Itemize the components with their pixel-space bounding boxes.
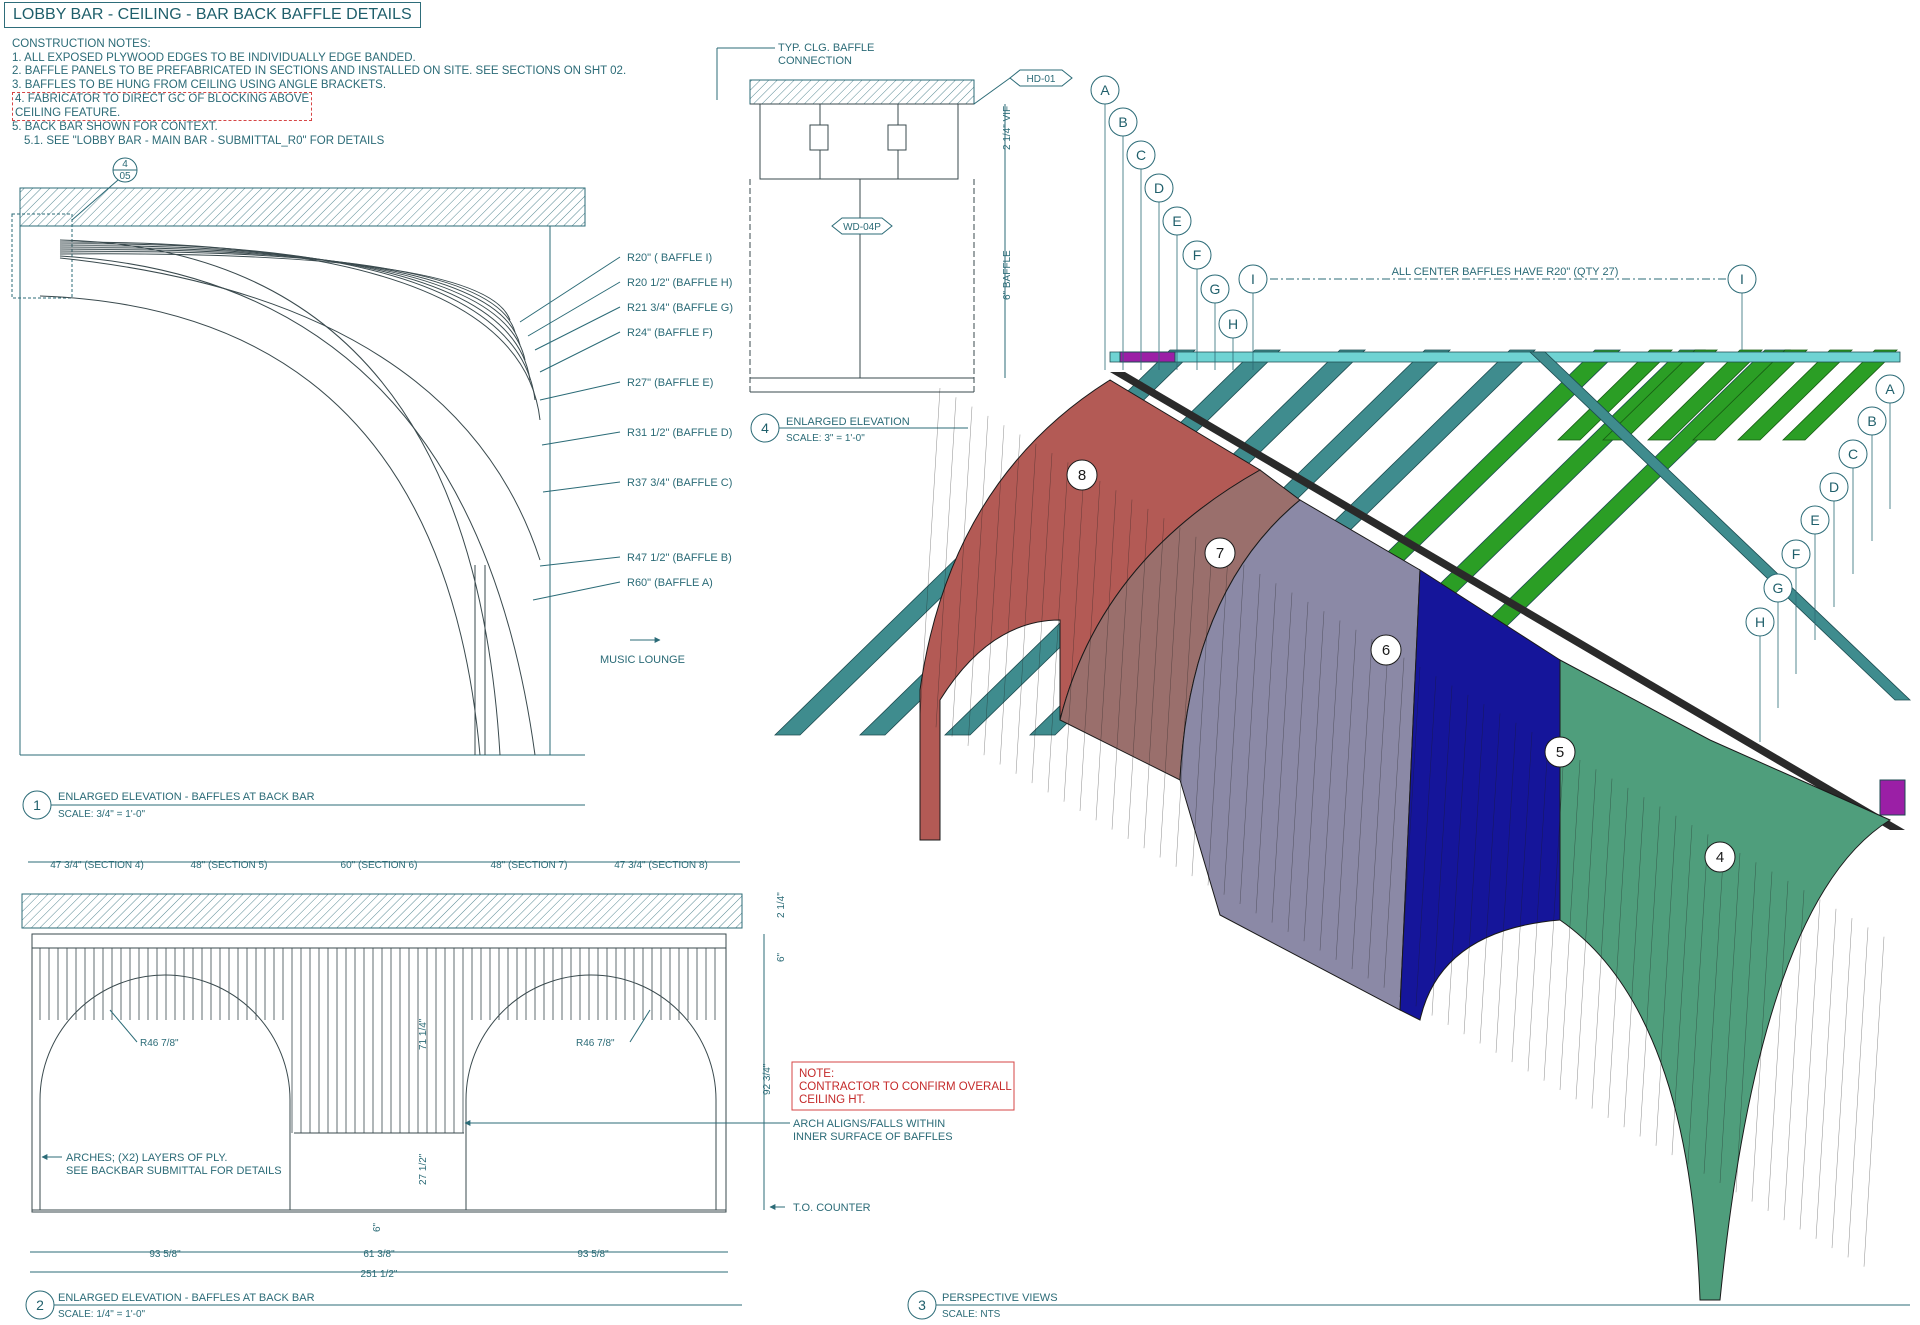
note-line-1: CONTRACTOR TO CONFIRM OVERALL xyxy=(799,1081,1012,1093)
detail-1-radius-labels: R20" ( BAFFLE I) R20 1/2" (BAFFLE H) R21… xyxy=(600,252,733,666)
baffle-letter: D xyxy=(1829,479,1839,495)
baffle-letter: F xyxy=(1193,247,1202,263)
detail-1-title: ENLARGED ELEVATION - BAFFLES AT BACK BAR xyxy=(58,791,315,803)
detail-3-baffle-sections: 8 7 6 5 4 xyxy=(919,379,1892,1301)
radius-label-f: R24" (BAFFLE F) xyxy=(627,327,713,339)
detail-2-caption: 2 ENLARGED ELEVATION - BAFFLES AT BACK B… xyxy=(25,1290,742,1320)
total-dim: 251 1/2" xyxy=(361,1269,398,1280)
baffle-letter: H xyxy=(1228,316,1238,332)
baffle-section-5 xyxy=(1399,569,1561,1021)
detail-1-elevation xyxy=(11,187,586,756)
note-line-2: CEILING HT. xyxy=(799,1094,865,1106)
baffle-letter: D xyxy=(1154,180,1164,196)
counter-label: T.O. COUNTER xyxy=(793,1202,871,1214)
baffle-letter: I xyxy=(1251,271,1255,287)
radius-label-a: R60" (BAFFLE A) xyxy=(627,577,713,589)
section-5-dim: 48" (SECTION 5) xyxy=(191,860,268,871)
arches-note-1: ARCHES; (X2) LAYERS OF PLY. xyxy=(66,1152,227,1164)
radius-right: R46 7/8" xyxy=(576,1038,615,1049)
detail-1-radius-leaders xyxy=(519,256,621,601)
detail-2-number: 2 xyxy=(36,1297,44,1313)
baffle-letter: I xyxy=(1740,271,1744,287)
music-lounge-label: MUSIC LOUNGE xyxy=(600,654,685,666)
baffle-letter: G xyxy=(1773,580,1784,596)
detail-3-scale: SCALE: NTS xyxy=(942,1309,1001,1320)
purple-member-end xyxy=(1879,779,1906,816)
baffle-letter: G xyxy=(1210,281,1221,297)
detail-4-number: 4 xyxy=(761,420,769,436)
wd-tag: WD-04P xyxy=(843,222,881,233)
baffle-letter: F xyxy=(1792,546,1801,562)
note-title: NOTE: xyxy=(799,1068,834,1080)
baffle-letter: C xyxy=(1136,147,1146,163)
radius-left: R46 7/8" xyxy=(140,1038,179,1049)
purple-member xyxy=(1119,351,1176,363)
detail-1-caption: 1 ENLARGED ELEVATION - BAFFLES AT BACK B… xyxy=(22,790,585,820)
section-8-dim: 47 3/4" (SECTION 8) xyxy=(614,860,708,871)
baffle-rib xyxy=(1799,899,1821,1230)
baffle-rib xyxy=(1863,936,1885,1267)
dim-27: 27 1/2" xyxy=(418,1153,429,1185)
section-number: 8 xyxy=(1078,467,1086,484)
ref-top: 4 xyxy=(122,159,128,170)
detail-1-number: 1 xyxy=(33,797,41,813)
dim-vif: 2 1/4" VIF xyxy=(1002,106,1013,150)
detail-4-title: ENLARGED ELEVATION xyxy=(786,416,910,428)
detail-2-notes: NOTE: CONTRACTOR TO CONFIRM OVERALL CEIL… xyxy=(41,1061,1015,1214)
section-7-dim: 48" (SECTION 7) xyxy=(491,860,568,871)
detail-4-scale: SCALE: 3" = 1'-0" xyxy=(786,433,865,444)
baffle-letter: C xyxy=(1848,446,1858,462)
radius-label-e: R27" (BAFFLE E) xyxy=(627,377,713,389)
dim-2-1-4: 2 1/4" xyxy=(776,892,787,918)
radius-label-c: R37 3/4" (BAFFLE C) xyxy=(627,477,732,489)
baffle-letter: H xyxy=(1755,614,1765,630)
radius-label-d: R31 1/2" (BAFFLE D) xyxy=(627,427,732,439)
bottom-dim-left: 93 5/8" xyxy=(149,1249,181,1260)
ref-bottom: 05 xyxy=(119,171,131,182)
section-number: 4 xyxy=(1716,849,1724,866)
baffle-letter: B xyxy=(1118,114,1127,130)
baffle-rib xyxy=(1815,908,1837,1239)
detail-2-title: ENLARGED ELEVATION - BAFFLES AT BACK BAR xyxy=(58,1292,315,1304)
section-number: 6 xyxy=(1382,642,1390,659)
baffle-rib xyxy=(1831,918,1853,1249)
radius-label-h: R20 1/2" (BAFFLE H) xyxy=(627,277,732,289)
radius-label-b: R47 1/2" (BAFFLE B) xyxy=(627,552,732,564)
baffle-rib xyxy=(1847,927,1869,1258)
arch-note-2: INNER SURFACE OF BAFFLES xyxy=(793,1131,953,1143)
section-number: 5 xyxy=(1556,744,1564,761)
radius-label-i: R20" ( BAFFLE I) xyxy=(627,252,712,264)
baffle-letter: E xyxy=(1810,512,1819,528)
section-number: 7 xyxy=(1216,545,1224,562)
connection-label: CONNECTION xyxy=(778,55,852,67)
section-4-dim: 47 3/4" (SECTION 4) xyxy=(50,860,144,871)
baffle-letter: E xyxy=(1172,213,1181,229)
detail-2-scale: SCALE: 1/4" = 1'-0" xyxy=(58,1309,146,1320)
dim-71: 71 1/4" xyxy=(418,1018,429,1050)
baffle-section-4 xyxy=(1559,659,1892,1301)
drawing-canvas: 4 05 R20" ( BAFFLE I) R20 1/2" (BAFFLE H… xyxy=(11,42,1911,1320)
ceiling-slab-hatch xyxy=(19,187,586,227)
detail-3-caption: 3 PERSPECTIVE VIEWS SCALE: NTS xyxy=(907,1290,1910,1320)
hd-tag: HD-01 xyxy=(1027,74,1056,85)
bottom-dim-middle: 61 3/8" xyxy=(363,1249,395,1260)
arches-note-2: SEE BACKBAR SUBMITTAL FOR DETAILS xyxy=(66,1165,282,1177)
section-6-dim: 60" (SECTION 6) xyxy=(341,860,418,871)
cross-member xyxy=(1109,351,1901,363)
detail-3-title: PERSPECTIVE VIEWS xyxy=(942,1292,1058,1304)
arch-note-1: ARCH ALIGNS/FALLS WITHIN xyxy=(793,1118,945,1130)
radius-label-g: R21 3/4" (BAFFLE G) xyxy=(627,302,733,314)
bottom-dim-right: 93 5/8" xyxy=(577,1249,609,1260)
dim-baffle: 6" BAFFLE xyxy=(1002,250,1013,300)
baffle-letter: B xyxy=(1867,413,1876,429)
dim-6b: 6" xyxy=(372,1222,383,1232)
baffle-letter: A xyxy=(1100,82,1110,98)
baffle-letter: A xyxy=(1885,381,1895,397)
detail-1-scale: SCALE: 3/4" = 1'-0" xyxy=(58,809,146,820)
center-baffle-note: ALL CENTER BAFFLES HAVE R20" (QTY 27) xyxy=(1392,266,1619,278)
dim-6: 6" xyxy=(776,952,787,962)
typ-label: TYP. CLG. BAFFLE xyxy=(778,42,874,54)
detail-3-number: 3 xyxy=(918,1297,926,1313)
